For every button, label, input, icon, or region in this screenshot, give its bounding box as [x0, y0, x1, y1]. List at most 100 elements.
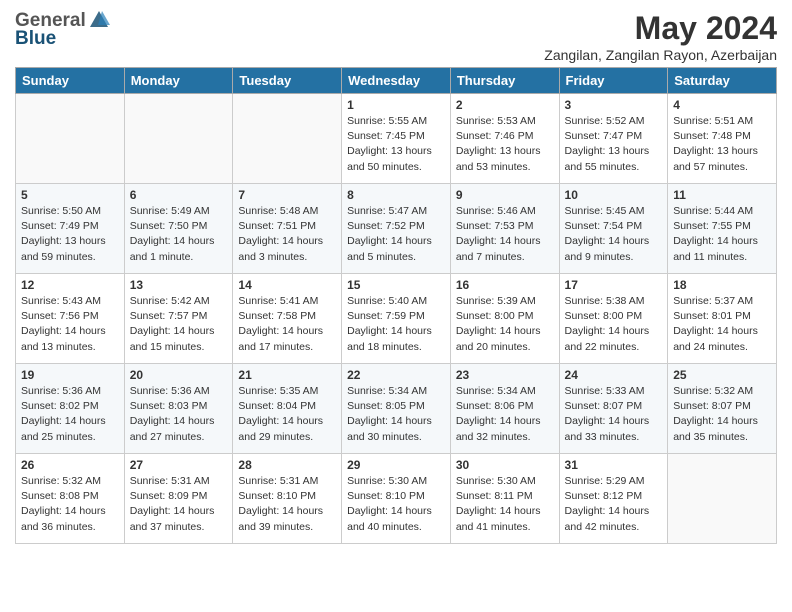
day-info: Sunrise: 5:29 AM Sunset: 8:12 PM Dayligh… [565, 474, 663, 535]
calendar-cell: 11 Sunrise: 5:44 AM Sunset: 7:55 PM Dayli… [668, 184, 777, 274]
day-info: Sunrise: 5:55 AM Sunset: 7:45 PM Dayligh… [347, 114, 445, 175]
day-info: Sunrise: 5:39 AM Sunset: 8:00 PM Dayligh… [456, 294, 554, 355]
day-info: Sunrise: 5:51 AM Sunset: 7:48 PM Dayligh… [673, 114, 771, 175]
calendar-cell: 9Sunrise: 5:46 AM Sunset: 7:53 PM Daylig… [450, 184, 559, 274]
calendar-cell: 27 Sunrise: 5:31 AM Sunset: 8:09 PM Dayli… [124, 454, 233, 544]
day-number: 14 [238, 278, 336, 292]
day-info: Sunrise: 5:31 AM Sunset: 8:10 PM Dayligh… [238, 474, 336, 535]
calendar-cell [233, 94, 342, 184]
calendar-cell: 13 Sunrise: 5:42 AM Sunset: 7:57 PM Dayli… [124, 274, 233, 364]
day-info: Sunrise: 5:40 AM Sunset: 7:59 PM Dayligh… [347, 294, 445, 355]
day-info: Sunrise: 5:31 AM Sunset: 8:09 PM Dayligh… [130, 474, 228, 535]
calendar-week-row: 26 Sunrise: 5:32 AM Sunset: 8:08 PM Dayli… [16, 454, 777, 544]
calendar-week-row: 1 Sunrise: 5:55 AM Sunset: 7:45 PM Daylig… [16, 94, 777, 184]
day-number: 16 [456, 278, 554, 292]
day-info: Sunrise: 5:30 AM Sunset: 8:10 PM Dayligh… [347, 474, 445, 535]
calendar-cell: 3 Sunrise: 5:52 AM Sunset: 7:47 PM Daylig… [559, 94, 668, 184]
day-info: Sunrise: 5:30 AM Sunset: 8:11 PM Dayligh… [456, 474, 554, 535]
day-number: 6 [130, 188, 228, 202]
day-number: 31 [565, 458, 663, 472]
day-number: 27 [130, 458, 228, 472]
day-number: 26 [21, 458, 119, 472]
day-number: 2 [456, 98, 554, 112]
calendar-cell: 7 Sunrise: 5:48 AM Sunset: 7:51 PM Daylig… [233, 184, 342, 274]
day-info: Sunrise: 5:53 AM Sunset: 7:46 PM Dayligh… [456, 114, 554, 175]
day-number: 15 [347, 278, 445, 292]
day-info: Sunrise: 5:36 AM Sunset: 8:03 PM Dayligh… [130, 384, 228, 445]
logo-blue-text: Blue [15, 28, 56, 50]
day-number: 22 [347, 368, 445, 382]
day-number: 8 [347, 188, 445, 202]
calendar-week-row: 19 Sunrise: 5:36 AM Sunset: 8:02 PM Dayli… [16, 364, 777, 454]
calendar-cell: 14 Sunrise: 5:41 AM Sunset: 7:58 PM Dayli… [233, 274, 342, 364]
calendar-cell: 19 Sunrise: 5:36 AM Sunset: 8:02 PM Dayli… [16, 364, 125, 454]
day-info: Sunrise: 5:32 AM Sunset: 8:07 PM Dayligh… [673, 384, 771, 445]
calendar-cell: 15 Sunrise: 5:40 AM Sunset: 7:59 PM Dayli… [342, 274, 451, 364]
calendar-cell: 24Sunrise: 5:33 AM Sunset: 8:07 PM Dayli… [559, 364, 668, 454]
day-info: Sunrise: 5:37 AM Sunset: 8:01 PM Dayligh… [673, 294, 771, 355]
calendar-cell: 12 Sunrise: 5:43 AM Sunset: 7:56 PM Dayli… [16, 274, 125, 364]
day-info: Sunrise: 5:52 AM Sunset: 7:47 PM Dayligh… [565, 114, 663, 175]
day-header-friday: Friday [559, 68, 668, 94]
day-number: 10 [565, 188, 663, 202]
calendar-cell: 8 Sunrise: 5:47 AM Sunset: 7:52 PM Daylig… [342, 184, 451, 274]
day-number: 21 [238, 368, 336, 382]
calendar-cell: 31 Sunrise: 5:29 AM Sunset: 8:12 PM Dayli… [559, 454, 668, 544]
calendar-cell: 22Sunrise: 5:34 AM Sunset: 8:05 PM Dayli… [342, 364, 451, 454]
logo: General Blue [15, 10, 110, 50]
day-number: 17 [565, 278, 663, 292]
calendar-cell: 28Sunrise: 5:31 AM Sunset: 8:10 PM Dayli… [233, 454, 342, 544]
calendar-cell: 16 Sunrise: 5:39 AM Sunset: 8:00 PM Dayli… [450, 274, 559, 364]
day-info: Sunrise: 5:49 AM Sunset: 7:50 PM Dayligh… [130, 204, 228, 265]
day-header-wednesday: Wednesday [342, 68, 451, 94]
day-info: Sunrise: 5:41 AM Sunset: 7:58 PM Dayligh… [238, 294, 336, 355]
day-number: 19 [21, 368, 119, 382]
page-header: General Blue May 2024 Zangilan, Zangilan… [15, 10, 777, 63]
calendar-cell [124, 94, 233, 184]
day-header-tuesday: Tuesday [233, 68, 342, 94]
month-year-title: May 2024 [544, 10, 777, 47]
day-number: 3 [565, 98, 663, 112]
calendar-cell: 10Sunrise: 5:45 AM Sunset: 7:54 PM Dayli… [559, 184, 668, 274]
calendar-cell: 17 Sunrise: 5:38 AM Sunset: 8:00 PM Dayli… [559, 274, 668, 364]
day-header-monday: Monday [124, 68, 233, 94]
day-info: Sunrise: 5:38 AM Sunset: 8:00 PM Dayligh… [565, 294, 663, 355]
calendar-cell: 2 Sunrise: 5:53 AM Sunset: 7:46 PM Daylig… [450, 94, 559, 184]
day-info: Sunrise: 5:33 AM Sunset: 8:07 PM Dayligh… [565, 384, 663, 445]
day-number: 7 [238, 188, 336, 202]
calendar-cell: 6 Sunrise: 5:49 AM Sunset: 7:50 PM Daylig… [124, 184, 233, 274]
day-number: 11 [673, 188, 771, 202]
day-info: Sunrise: 5:43 AM Sunset: 7:56 PM Dayligh… [21, 294, 119, 355]
day-info: Sunrise: 5:47 AM Sunset: 7:52 PM Dayligh… [347, 204, 445, 265]
day-number: 25 [673, 368, 771, 382]
day-info: Sunrise: 5:35 AM Sunset: 8:04 PM Dayligh… [238, 384, 336, 445]
day-info: Sunrise: 5:36 AM Sunset: 8:02 PM Dayligh… [21, 384, 119, 445]
location-text: Zangilan, Zangilan Rayon, Azerbaijan [544, 47, 777, 63]
day-header-sunday: Sunday [16, 68, 125, 94]
day-info: Sunrise: 5:32 AM Sunset: 8:08 PM Dayligh… [21, 474, 119, 535]
calendar-week-row: 5Sunrise: 5:50 AM Sunset: 7:49 PM Daylig… [16, 184, 777, 274]
day-info: Sunrise: 5:48 AM Sunset: 7:51 PM Dayligh… [238, 204, 336, 265]
calendar-cell: 20Sunrise: 5:36 AM Sunset: 8:03 PM Dayli… [124, 364, 233, 454]
day-info: Sunrise: 5:42 AM Sunset: 7:57 PM Dayligh… [130, 294, 228, 355]
day-number: 23 [456, 368, 554, 382]
day-number: 1 [347, 98, 445, 112]
day-number: 13 [130, 278, 228, 292]
day-header-thursday: Thursday [450, 68, 559, 94]
calendar-cell: 1 Sunrise: 5:55 AM Sunset: 7:45 PM Daylig… [342, 94, 451, 184]
calendar-cell: 29Sunrise: 5:30 AM Sunset: 8:10 PM Dayli… [342, 454, 451, 544]
day-number: 5 [21, 188, 119, 202]
day-info: Sunrise: 5:44 AM Sunset: 7:55 PM Dayligh… [673, 204, 771, 265]
day-number: 12 [21, 278, 119, 292]
day-info: Sunrise: 5:34 AM Sunset: 8:06 PM Dayligh… [456, 384, 554, 445]
logo-icon [88, 9, 110, 31]
day-number: 9 [456, 188, 554, 202]
day-header-saturday: Saturday [668, 68, 777, 94]
calendar-cell: 5Sunrise: 5:50 AM Sunset: 7:49 PM Daylig… [16, 184, 125, 274]
day-number: 4 [673, 98, 771, 112]
calendar-cell: 30 Sunrise: 5:30 AM Sunset: 8:11 PM Dayli… [450, 454, 559, 544]
calendar-table: SundayMondayTuesdayWednesdayThursdayFrid… [15, 67, 777, 544]
calendar-cell: 21 Sunrise: 5:35 AM Sunset: 8:04 PM Dayli… [233, 364, 342, 454]
day-number: 30 [456, 458, 554, 472]
day-number: 18 [673, 278, 771, 292]
